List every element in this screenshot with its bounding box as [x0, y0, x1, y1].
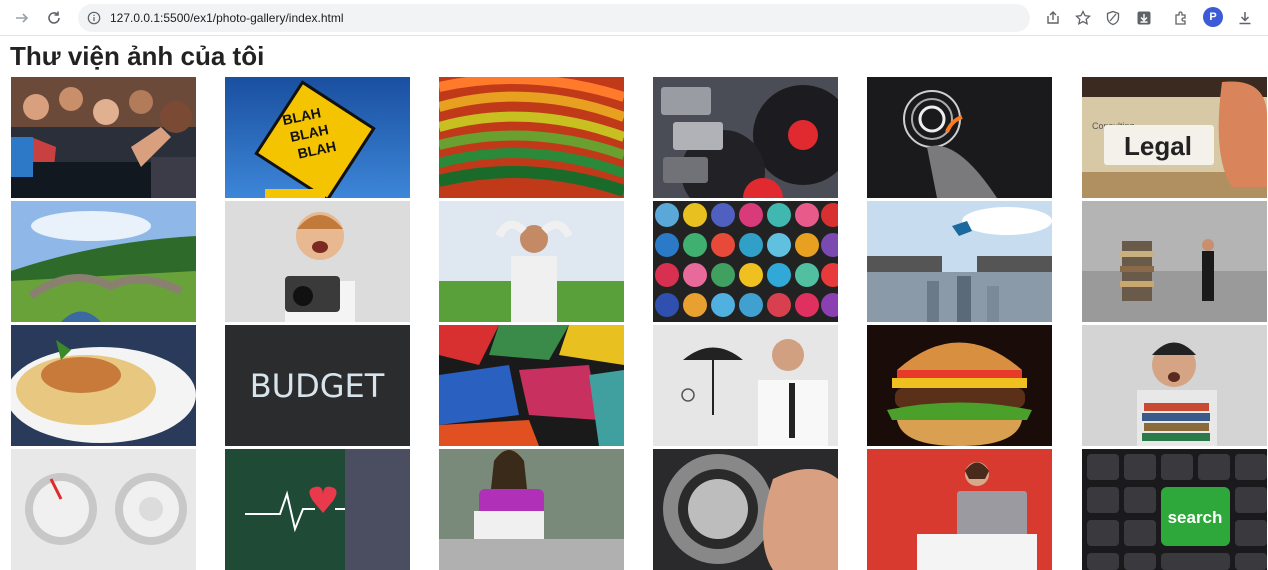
photo-concert-crowd[interactable]: [11, 77, 196, 198]
photo-umbrella-businessman[interactable]: [653, 325, 838, 446]
reload-button[interactable]: [42, 6, 66, 30]
svg-text:search: search: [1168, 508, 1223, 527]
shield-icon[interactable]: [1102, 7, 1124, 29]
photo-gallery: BLAH BLAH BLAH Legal BUDGET search: [11, 77, 1268, 570]
photo-budget-chalkboard[interactable]: BUDGET: [225, 325, 410, 446]
photo-cassettes-records[interactable]: [653, 77, 838, 198]
photo-boy-camera[interactable]: [225, 201, 410, 322]
photo-stone-bridge[interactable]: [11, 201, 196, 322]
bookmark-star-icon[interactable]: [1072, 7, 1094, 29]
photo-hamburger[interactable]: [867, 325, 1052, 446]
photo-woman-laptop-red[interactable]: [867, 449, 1052, 570]
photo-wavy-lines[interactable]: [439, 77, 624, 198]
photo-jump-city-gap[interactable]: [867, 201, 1052, 322]
photo-woman-laptop[interactable]: [439, 449, 624, 570]
svg-text:Legal: Legal: [1124, 131, 1192, 161]
photo-graffiti[interactable]: [439, 325, 624, 446]
share-icon[interactable]: [1042, 7, 1064, 29]
photo-spray-cans[interactable]: [653, 201, 838, 322]
photo-pasta-dish[interactable]: [11, 325, 196, 446]
photo-doctor-heartbeat[interactable]: [225, 449, 410, 570]
profile-avatar[interactable]: P: [1203, 7, 1223, 27]
downloads-icon[interactable]: [1234, 7, 1256, 29]
photo-man-books-stack[interactable]: [1082, 201, 1267, 322]
arrow-right-icon: [16, 13, 29, 23]
svg-text:BUDGET: BUDGET: [250, 367, 385, 405]
download-extension-icon[interactable]: [1133, 7, 1155, 29]
info-icon[interactable]: [86, 10, 102, 26]
photo-control-knobs[interactable]: [11, 449, 196, 570]
reload-icon: [48, 11, 60, 24]
extensions-puzzle-icon[interactable]: [1170, 7, 1192, 29]
photo-search-key[interactable]: search: [1082, 449, 1267, 570]
photo-safe-dial[interactable]: [653, 449, 838, 570]
photo-digital-touch[interactable]: [867, 77, 1052, 198]
url-text: 127.0.0.1:5500/ex1/photo-gallery/index.h…: [110, 11, 344, 25]
page-title: Thư viện ảnh của tôi: [10, 41, 265, 71]
photo-tired-man-books[interactable]: [1082, 325, 1267, 446]
forward-button[interactable]: [10, 6, 34, 30]
browser-toolbar: 127.0.0.1:5500/ex1/photo-gallery/index.h…: [0, 0, 1268, 36]
address-bar[interactable]: 127.0.0.1:5500/ex1/photo-gallery/index.h…: [78, 4, 1030, 32]
photo-relaxed-man[interactable]: [439, 201, 624, 322]
photo-blah-sign[interactable]: BLAH BLAH BLAH: [225, 77, 410, 198]
photo-legal-folder[interactable]: Consulting Legal: [1082, 77, 1267, 198]
